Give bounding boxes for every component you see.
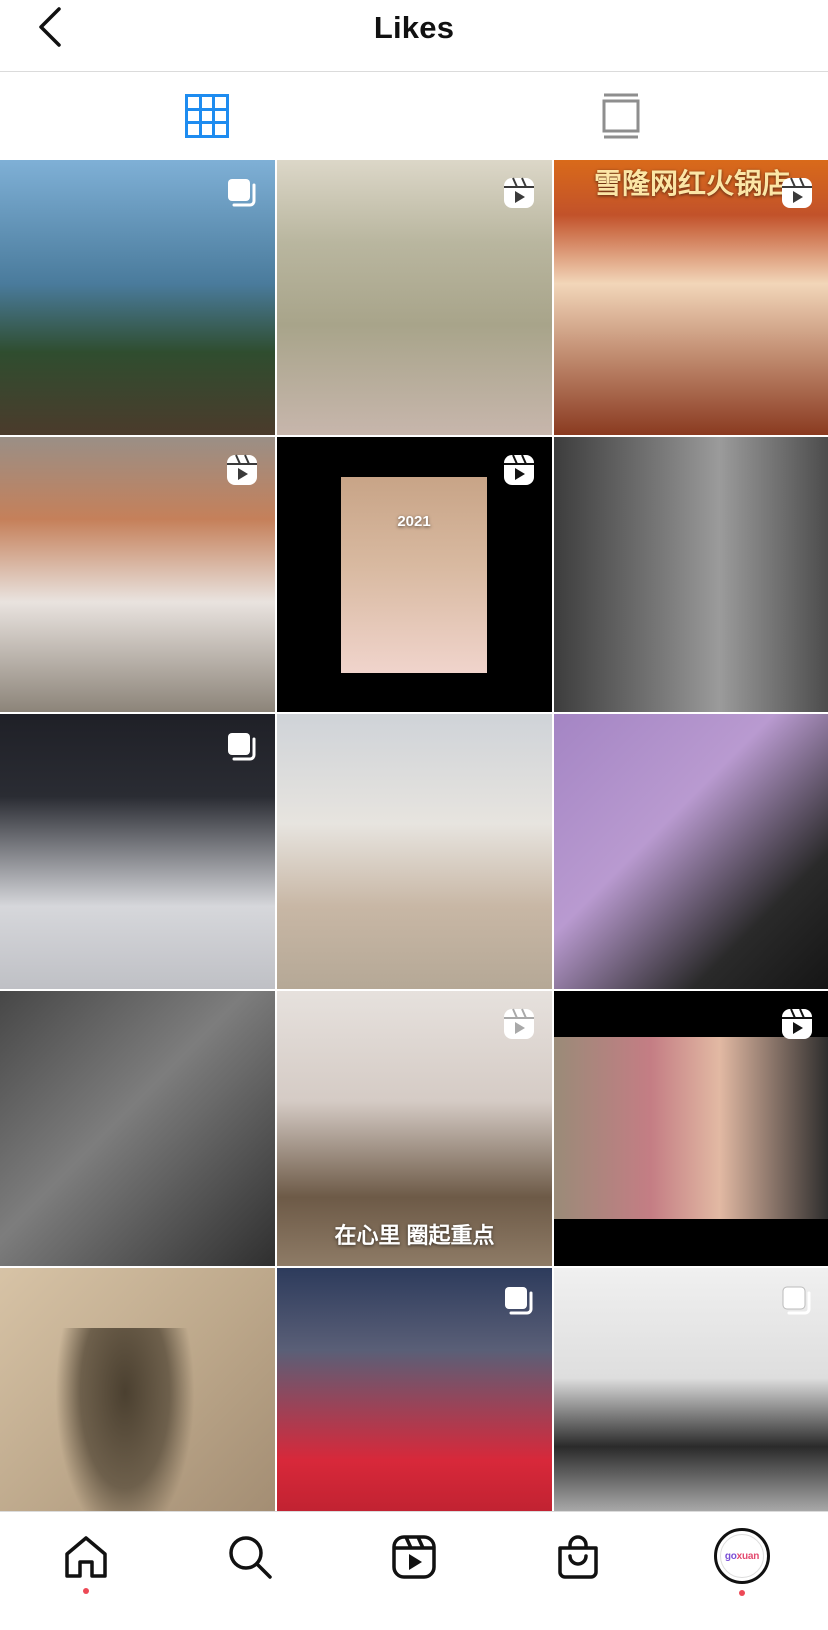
multi-photo-icon <box>782 1286 811 1315</box>
post-tile[interactable] <box>554 714 828 989</box>
nav-profile[interactable]: go xuan <box>694 1512 790 1630</box>
reel-icon <box>504 1008 534 1039</box>
header: Likes <box>0 0 828 72</box>
post-thumbnail: 2021 <box>341 477 487 673</box>
reel-icon <box>782 1008 812 1039</box>
home-icon <box>65 1536 107 1578</box>
search-icon <box>229 1536 272 1579</box>
view-tabs <box>0 72 828 160</box>
post-tile[interactable] <box>0 437 275 712</box>
post-tile[interactable] <box>0 714 275 989</box>
page-title: Likes <box>373 10 455 45</box>
avatar-logo-text-go: go <box>724 1550 737 1562</box>
post-tile[interactable] <box>554 1268 828 1511</box>
post-overlay-text: 在心里 圈起重点 <box>334 1223 495 1248</box>
tab-grid[interactable] <box>0 72 414 160</box>
post-tile[interactable]: 2021 <box>277 437 552 712</box>
post-tile[interactable] <box>277 160 552 435</box>
post-tile[interactable] <box>0 160 275 435</box>
tab-feed[interactable] <box>414 72 828 160</box>
post-tile[interactable] <box>277 714 552 989</box>
grid-icon <box>185 94 229 138</box>
avatar-logo: go xuan <box>720 1534 764 1578</box>
post-thumbnail <box>554 1037 828 1219</box>
multi-photo-icon <box>228 179 256 207</box>
nav-home[interactable] <box>38 1512 134 1630</box>
post-tile[interactable]: 在心里 圈起重点 <box>277 991 552 1266</box>
post-tile[interactable] <box>277 1268 552 1511</box>
notification-dot <box>83 1588 89 1594</box>
nav-shop[interactable] <box>530 1512 626 1630</box>
post-tile[interactable] <box>0 1268 275 1511</box>
post-overlay-text: 2021 <box>397 513 431 530</box>
reels-icon <box>392 1535 436 1579</box>
multi-photo-icon <box>505 1287 533 1315</box>
avatar-logo-text-xuan: xuan <box>736 1550 760 1562</box>
reel-icon <box>504 454 534 485</box>
post-tile[interactable]: 雪隆网红火锅店 <box>554 160 828 435</box>
liked-posts-grid: 雪隆网红火锅店 2021 在心里 圈起重点 <box>0 160 828 1511</box>
nav-search[interactable] <box>202 1512 298 1630</box>
post-tile[interactable] <box>554 437 828 712</box>
avatar: go xuan <box>714 1528 770 1584</box>
single-post-icon <box>602 93 640 139</box>
post-tile[interactable] <box>554 991 828 1266</box>
post-tile[interactable] <box>0 991 275 1266</box>
reel-icon <box>782 177 812 208</box>
bottom-nav: go xuan <box>0 1511 828 1630</box>
reel-icon <box>227 454 257 485</box>
reel-icon <box>504 177 534 208</box>
multi-photo-icon <box>228 733 256 761</box>
notification-dot <box>739 1590 745 1596</box>
shopping-bag-icon <box>558 1535 598 1579</box>
post-thumbnail <box>55 1328 195 1511</box>
nav-reels[interactable] <box>366 1512 462 1630</box>
